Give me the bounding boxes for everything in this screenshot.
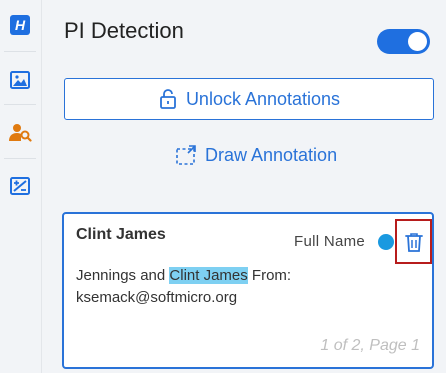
- annotation-card[interactable]: Clint James Full Name Jennings and Clint…: [62, 212, 434, 369]
- unlock-annotations-button[interactable]: Unlock Annotations: [64, 78, 434, 120]
- context-highlight: Clint James: [169, 267, 248, 284]
- pi-detection-panel: H PI Detection Unlock Annotations Draw A…: [0, 0, 446, 373]
- draw-annotation-button[interactable]: Draw Annotation: [175, 140, 337, 170]
- delete-button[interactable]: [395, 219, 432, 264]
- left-toolbar: H: [0, 0, 42, 373]
- annotation-type: Full Name: [294, 233, 366, 250]
- image-edit-icon[interactable]: [5, 171, 35, 201]
- trash-icon: [404, 232, 423, 252]
- draw-annotation-label: Draw Annotation: [205, 144, 338, 165]
- image-icon[interactable]: [5, 65, 35, 95]
- rail-divider: [4, 104, 36, 105]
- page-indicator: 1 of 2, Page 1: [320, 337, 420, 354]
- annotation-context: Jennings and Clint James From: ksemack@s…: [76, 265, 376, 309]
- draw-box-icon: [176, 145, 196, 165]
- page-title: PI Detection: [64, 18, 184, 43]
- annotation-name: Clint James: [76, 226, 166, 243]
- h-logo-letter: H: [15, 17, 26, 33]
- toggle-knob: [408, 32, 427, 51]
- person-search-icon[interactable]: [5, 117, 35, 147]
- context-before: Jennings and: [76, 267, 170, 284]
- h-logo-icon[interactable]: H: [5, 10, 35, 40]
- pi-detection-toggle[interactable]: [377, 29, 430, 54]
- rail-divider: [4, 51, 36, 52]
- rail-divider: [4, 158, 36, 159]
- type-color-dot: [378, 234, 394, 250]
- unlock-annotations-label: Unlock Annotations: [185, 88, 341, 109]
- unlock-icon: [160, 89, 176, 109]
